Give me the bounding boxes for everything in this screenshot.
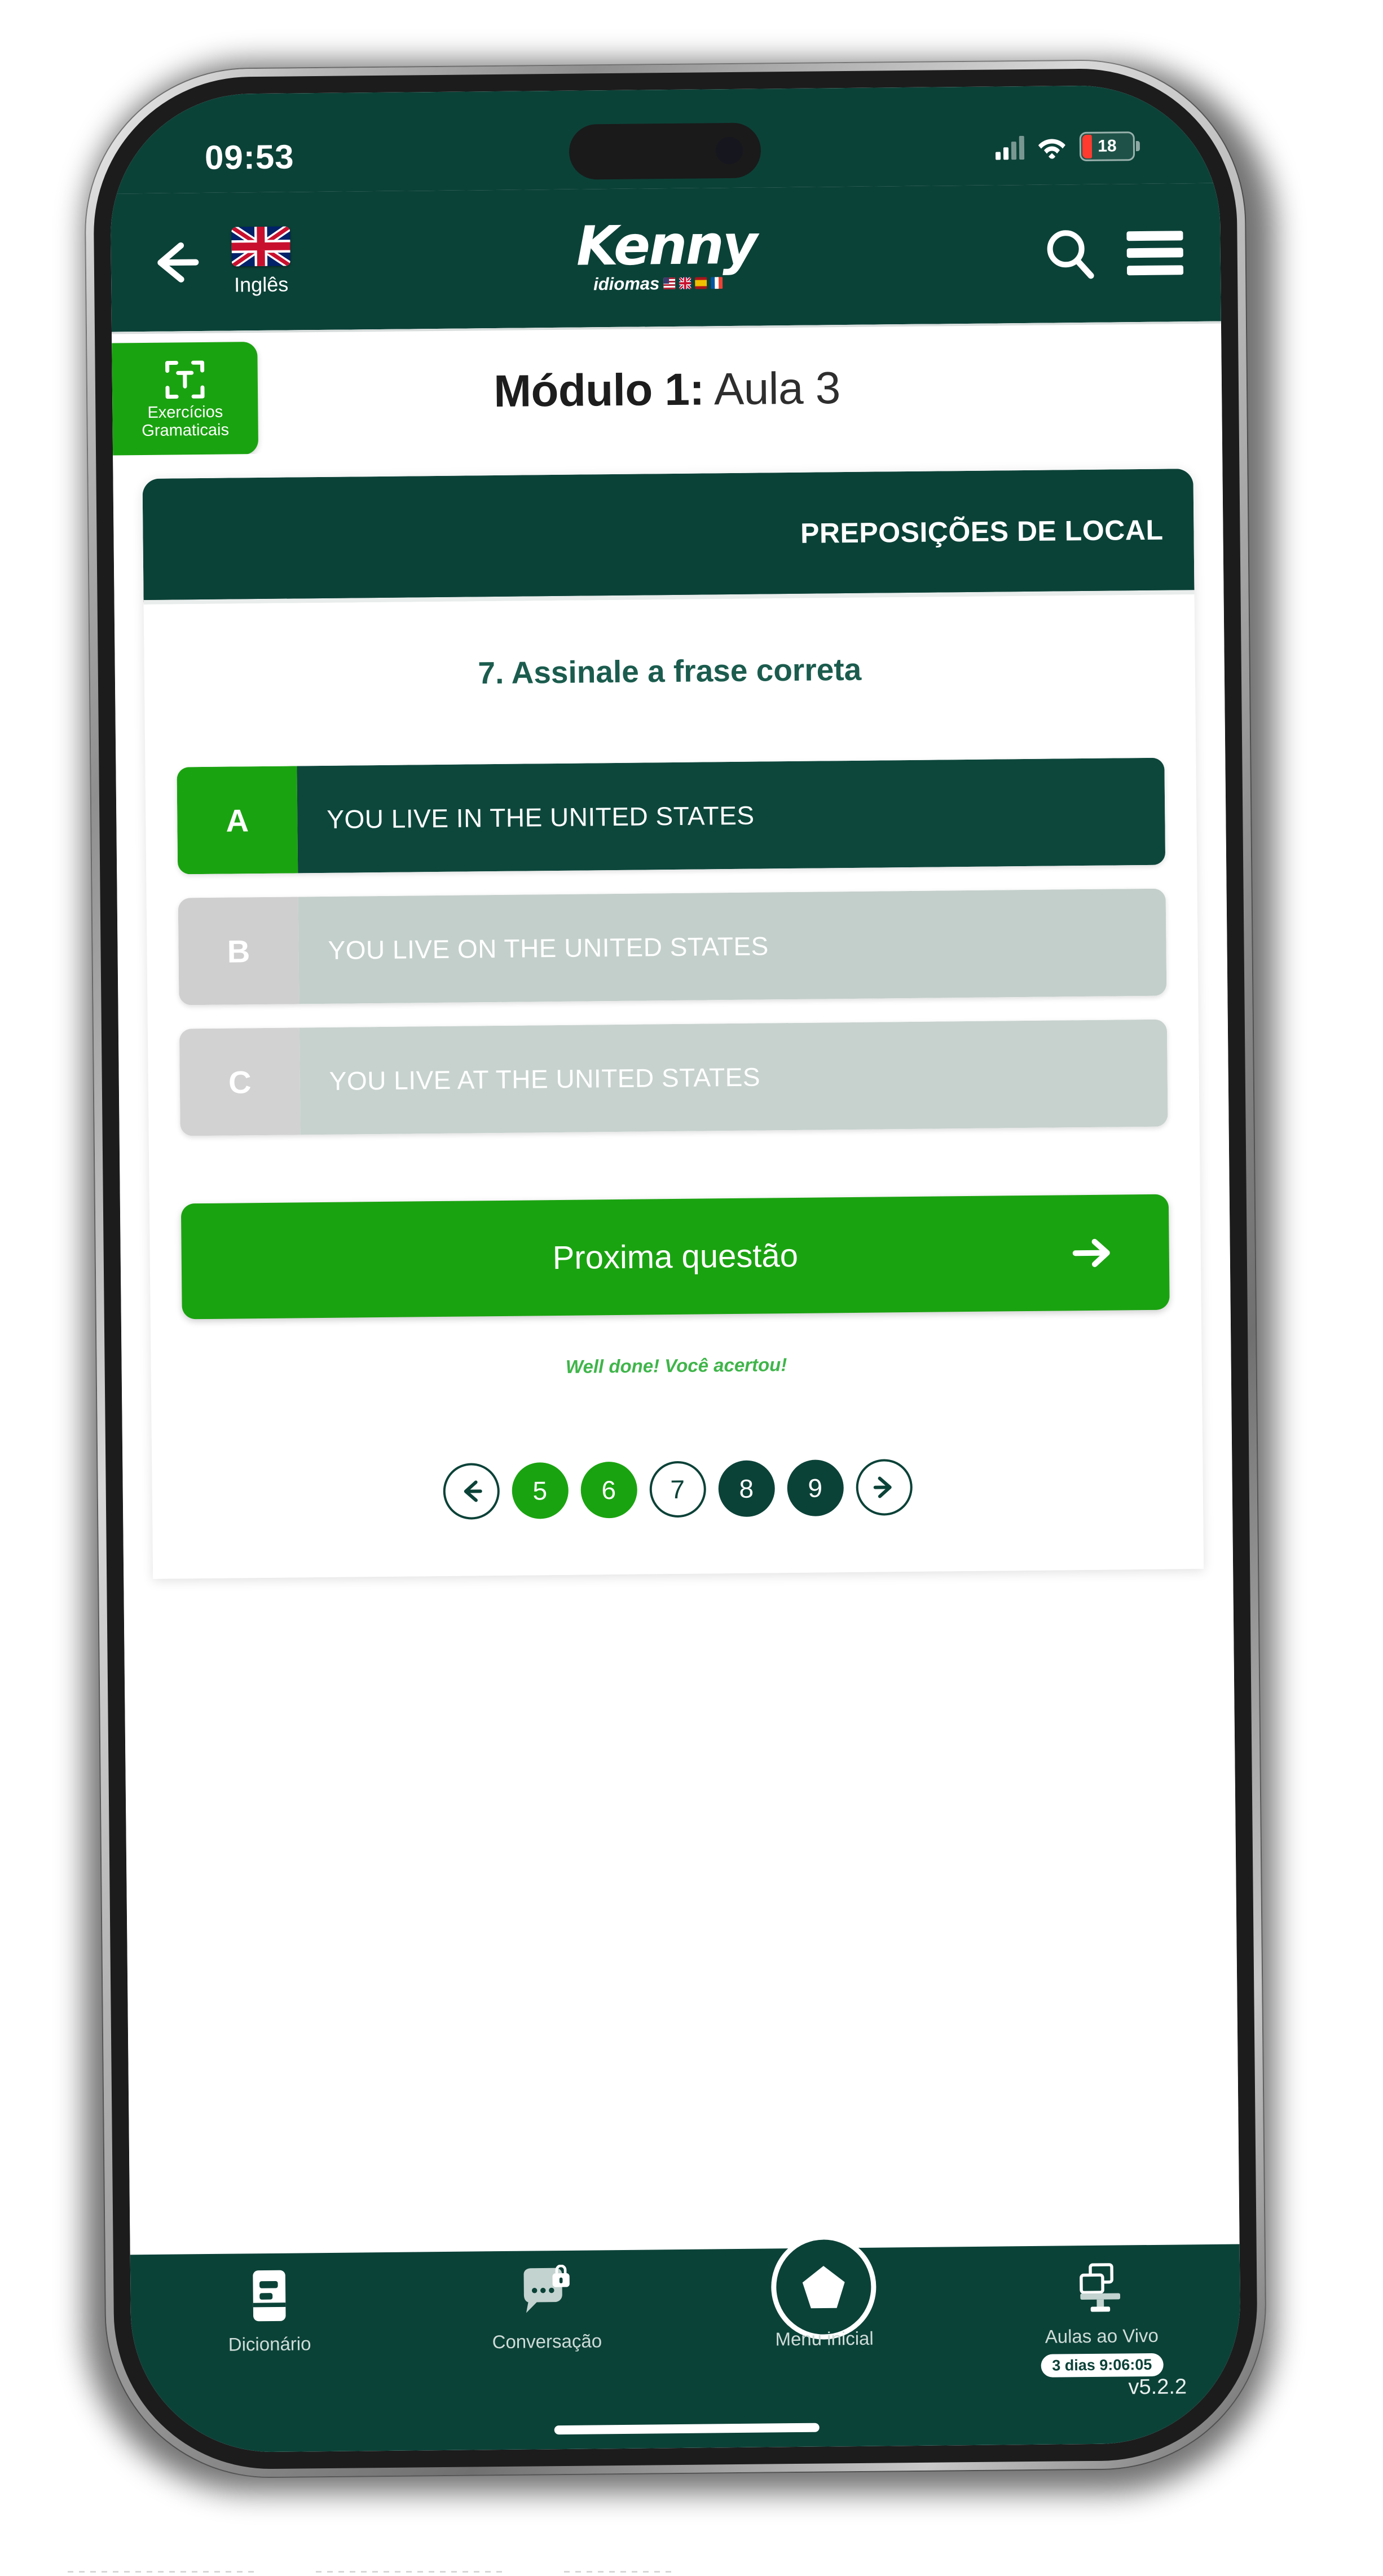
bottom-navigation-bar: Dicionário Conversação Menu inicial Aula… (130, 2234, 1242, 2454)
grammar-tab-line1: Exercícios (147, 403, 223, 422)
pagination-page-5[interactable]: 5 (511, 1462, 569, 1519)
mini-flag-uk-icon (679, 277, 692, 289)
answer-option-c[interactable]: C YOU LIVE AT THE UNITED STATES (179, 1019, 1168, 1136)
question-pagination: 5 6 7 8 9 (183, 1372, 1172, 1556)
app-header: Inglês Kenny idiomas (110, 183, 1221, 332)
chat-bubble-lock-icon (517, 2263, 576, 2323)
nav-label: Conversação (492, 2330, 602, 2353)
mini-flag-spain-icon (695, 277, 707, 289)
pagination-page-7[interactable]: 7 (649, 1461, 706, 1518)
status-bar-indicators: 18 (996, 131, 1135, 162)
ruler-artifact-right (564, 2571, 677, 2573)
ruler-artifact-left (68, 2571, 254, 2573)
mini-flag-usa-icon (663, 277, 676, 290)
arrow-right-icon (1071, 1232, 1113, 1274)
text-selection-icon (164, 358, 206, 400)
exercise-card-body: 7. Assinale a frase correta A YOU LIVE I… (143, 594, 1204, 1579)
app-logo: Kenny idiomas (290, 213, 1042, 297)
phone-device-frame: 09:53 18 Inglês Kenny idiomas Exercícios… (84, 59, 1267, 2478)
next-question-button[interactable]: Proxima questão (180, 1194, 1170, 1320)
home-pentagon-icon (770, 2234, 877, 2340)
app-version-label: v5.2.2 (1128, 2375, 1187, 2399)
exercise-card: PREPOSIÇÕES DE LOCAL 7. Assinale a frase… (142, 469, 1204, 1579)
search-icon[interactable] (1042, 226, 1098, 281)
home-indicator[interactable] (554, 2423, 820, 2435)
lesson-content-area: PREPOSIÇÕES DE LOCAL 7. Assinale a frase… (113, 444, 1240, 2255)
next-question-label: Proxima questão (552, 1237, 799, 1277)
answer-option-b[interactable]: B YOU LIVE ON THE UNITED STATES (178, 888, 1167, 1005)
hamburger-menu-icon[interactable] (1126, 230, 1184, 275)
pagination-page-6[interactable]: 6 (580, 1461, 637, 1519)
option-letter: B (178, 897, 299, 1005)
pagination-page-9[interactable]: 9 (786, 1459, 844, 1517)
module-label: Módulo 1: (493, 363, 704, 416)
nav-label: Dicionário (228, 2333, 311, 2355)
dictionary-book-icon (243, 2266, 296, 2326)
status-bar-time: 09:53 (204, 138, 294, 177)
option-text: YOU LIVE IN THE UNITED STATES (297, 757, 1166, 874)
option-letter: C (179, 1027, 301, 1136)
nav-item-menu-inicial[interactable]: Menu inicial (685, 2234, 963, 2351)
live-countdown-badge: 3 dias 9:06:05 (1041, 2353, 1164, 2377)
logo-main-text: Kenny (576, 213, 756, 278)
logo-sub-text: idiomas (593, 273, 660, 294)
lesson-label: Aula 3 (713, 362, 841, 414)
lesson-title-row: Exercícios Gramaticais Módulo 1: Aula 3 (112, 321, 1223, 456)
grammar-tab-label: Exercícios Gramaticais (142, 403, 229, 440)
option-text: YOU LIVE ON THE UNITED STATES (298, 888, 1167, 1004)
answer-options-list: A YOU LIVE IN THE UNITED STATES B YOU LI… (177, 757, 1168, 1136)
page-title: Módulo 1: Aula 3 (494, 362, 840, 417)
back-arrow-icon[interactable] (148, 236, 200, 289)
language-selector[interactable]: Inglês (231, 226, 290, 297)
question-text: 7. Assinale a frase correta (478, 651, 862, 691)
nav-label: Aulas ao Vivo (1045, 2324, 1159, 2347)
front-camera (715, 136, 743, 165)
phone-screen: 09:53 18 Inglês Kenny idiomas Exercícios… (109, 84, 1242, 2454)
answer-feedback-message: Well done! Você acertou! (565, 1354, 787, 1377)
pagination-prev-button[interactable] (442, 1463, 500, 1520)
mini-flag-france-icon (711, 277, 723, 289)
ruler-artifact-center (316, 2571, 502, 2573)
grammar-tab-line2: Gramaticais (142, 421, 230, 440)
nav-item-conversacao[interactable]: Conversação (408, 2262, 686, 2354)
nav-label: Menu inicial (775, 2327, 874, 2350)
exercise-topic-title: PREPOSIÇÕES DE LOCAL (800, 514, 1164, 549)
language-label: Inglês (234, 272, 289, 296)
grammar-exercises-tab[interactable]: Exercícios Gramaticais (112, 342, 259, 456)
exercise-card-header: PREPOSIÇÕES DE LOCAL (142, 469, 1195, 605)
dynamic-island (569, 122, 761, 180)
status-bar: 09:53 18 (109, 84, 1220, 194)
cellular-signal-icon (996, 135, 1025, 160)
pagination-next-button[interactable] (855, 1458, 913, 1516)
pagination-page-8[interactable]: 8 (717, 1460, 775, 1518)
option-text: YOU LIVE AT THE UNITED STATES (299, 1019, 1168, 1135)
battery-percent: 18 (1098, 136, 1117, 156)
wifi-icon (1037, 134, 1067, 160)
phone-bezel: 09:53 18 Inglês Kenny idiomas Exercícios… (92, 67, 1259, 2471)
uk-flag-icon (231, 226, 290, 266)
option-letter: A (177, 766, 298, 875)
logo-subtitle-row: idiomas (593, 273, 723, 294)
nav-item-aulas-ao-vivo[interactable]: Aulas ao Vivo 3 dias 9:06:05 (962, 2256, 1241, 2378)
battery-icon: 18 (1079, 131, 1135, 162)
answer-option-a[interactable]: A YOU LIVE IN THE UNITED STATES (177, 757, 1166, 875)
nav-item-dicionario[interactable]: Dicionário (130, 2265, 408, 2357)
live-classes-screen-icon (1073, 2257, 1130, 2318)
